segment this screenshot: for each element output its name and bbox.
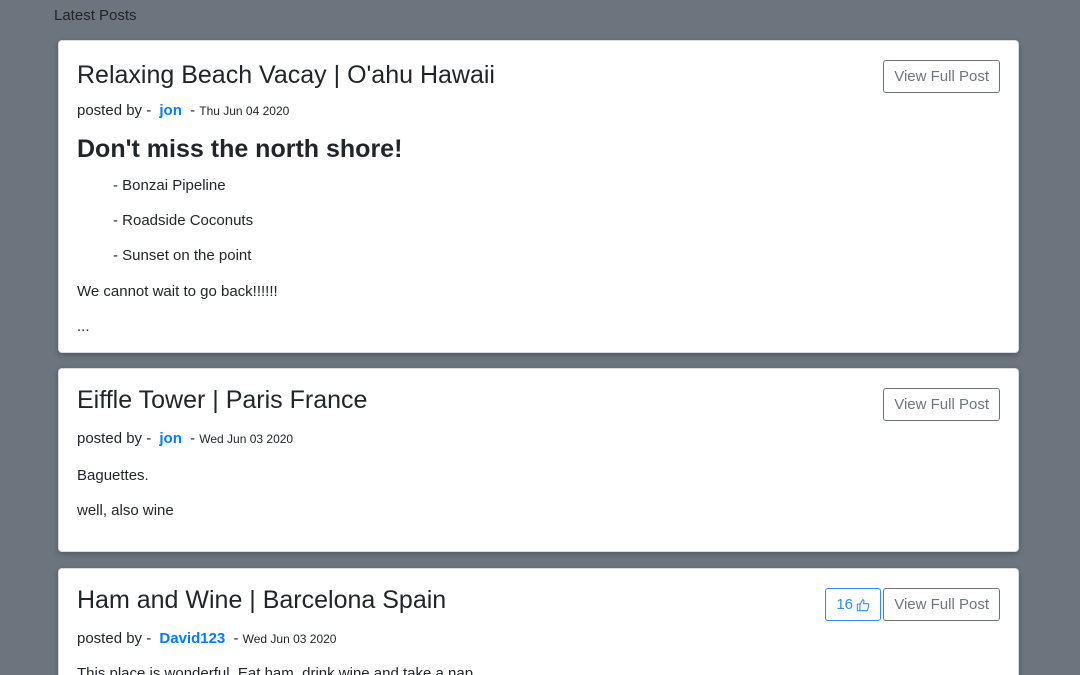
posted-by-label: posted by - <box>77 430 152 447</box>
post-title: Eiffle Tower | Paris France <box>77 386 368 414</box>
post-body-heading: Don't miss the north shore! <box>77 135 403 163</box>
posted-by-label: posted by - <box>77 630 152 647</box>
page: Latest Posts Relaxing Beach Vacay | O'ah… <box>0 0 1080 675</box>
author-link[interactable]: David123 <box>159 630 225 647</box>
author-link[interactable]: jon <box>159 430 182 447</box>
post-paragraph: This place is wonderful. Eat ham, drink … <box>77 665 478 675</box>
post-paragraph: We cannot wait to go back!!!!!! <box>77 283 278 300</box>
view-full-post-button[interactable]: View Full Post <box>883 588 1000 621</box>
view-full-post-button[interactable]: View Full Post <box>883 60 1000 93</box>
post-paragraph: ... <box>77 318 90 335</box>
thumbs-up-icon <box>856 598 870 612</box>
like-count: 16 <box>836 596 853 613</box>
post-title: Relaxing Beach Vacay | O'ahu Hawaii <box>77 61 495 89</box>
date-separator: - <box>190 430 196 447</box>
post-list-item: - Bonzai Pipeline <box>113 177 226 194</box>
post-list-item: - Roadside Coconuts <box>113 212 254 229</box>
post-date: Wed Jun 03 2020 <box>242 632 337 646</box>
section-label: Latest Posts <box>54 7 137 24</box>
post-card: Eiffle Tower | Paris France posted by - … <box>58 368 1019 552</box>
post-meta: posted by - jon - Wed Jun 03 2020 <box>77 430 293 447</box>
view-full-post-button[interactable]: View Full Post <box>883 388 1000 421</box>
date-separator: - <box>233 630 239 647</box>
post-meta: posted by - jon - Thu Jun 04 2020 <box>77 102 289 119</box>
post-meta: posted by - David123 - Wed Jun 03 2020 <box>77 630 336 647</box>
post-paragraph: Baguettes. <box>77 467 149 484</box>
post-title: Ham and Wine | Barcelona Spain <box>77 586 447 614</box>
like-button[interactable]: 16 <box>825 588 881 621</box>
post-card: Relaxing Beach Vacay | O'ahu Hawaii post… <box>58 40 1019 353</box>
author-link[interactable]: jon <box>159 102 182 119</box>
post-card: Ham and Wine | Barcelona Spain posted by… <box>58 568 1019 675</box>
date-separator: - <box>190 102 196 119</box>
post-date: Wed Jun 03 2020 <box>199 432 294 446</box>
post-paragraph: well, also wine <box>77 502 174 519</box>
posted-by-label: posted by - <box>77 102 152 119</box>
post-list-item: - Sunset on the point <box>113 247 252 264</box>
post-date: Thu Jun 04 2020 <box>199 104 290 118</box>
